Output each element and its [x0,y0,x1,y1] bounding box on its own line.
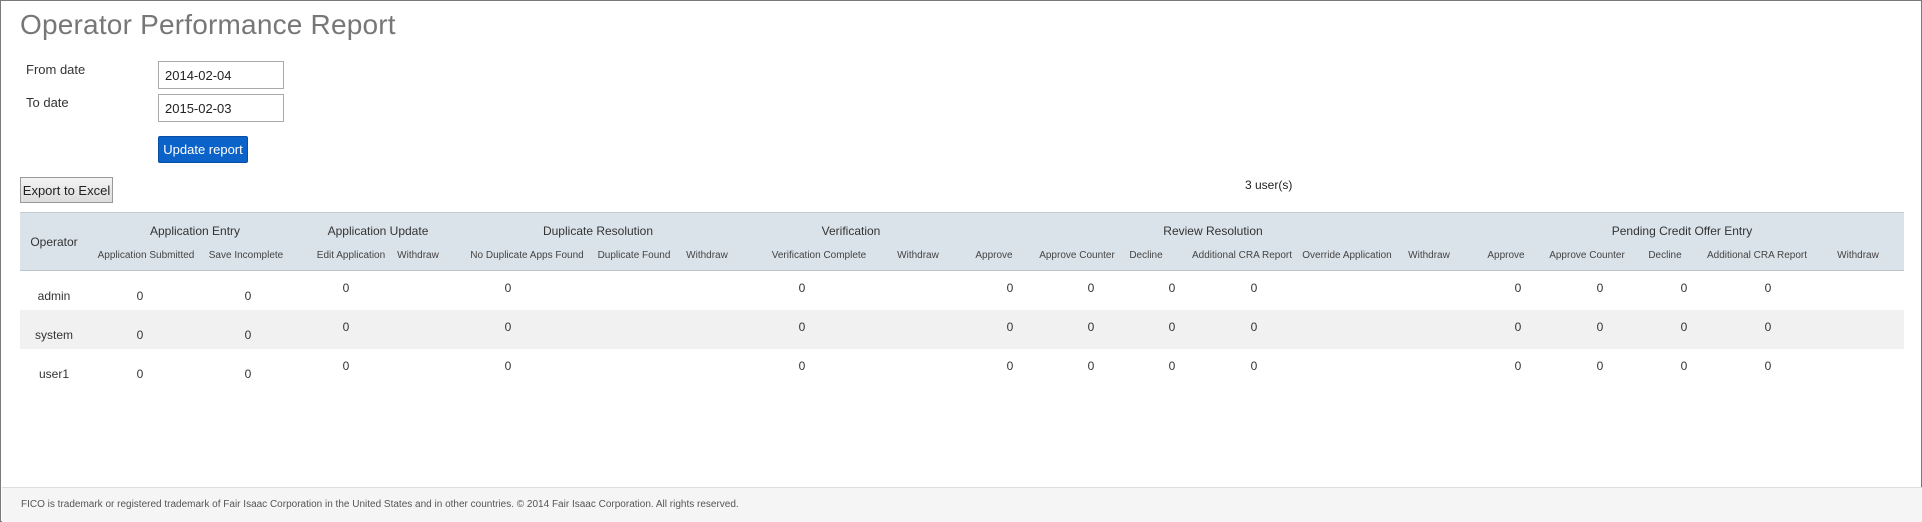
column-header: Approve [975,250,1013,261]
table-cell: 0 [1006,281,1014,295]
table-cell: 0 [504,281,512,295]
table-cell: 0 [1250,320,1258,334]
table-cell: 0 [1168,320,1176,334]
column-header: Decline [1648,250,1682,261]
group-header: Duplicate Resolution [542,224,654,238]
table-row: user1 0 0 0 0 0 0 0 0 0 0 0 0 0 [20,349,1904,388]
table-cell: 0 [136,328,144,342]
update-report-button[interactable]: Update report [158,136,248,163]
page-title: Operator Performance Report [20,9,396,40]
table-cell: 0 [1087,281,1095,295]
table-cell: 0 [798,320,806,334]
table-cell: 0 [1006,320,1014,334]
operator-column-header: Operator [30,235,78,249]
column-header: Withdraw [686,250,728,261]
column-header: Edit Application [316,250,386,261]
column-header: Save Incomplete [208,250,284,261]
column-header: Application Submitted [97,250,195,261]
table-cell: 0 [342,281,350,295]
table-cell: 0 [342,320,350,334]
footer-copyright: FICO is trademark or registered trademar… [21,499,739,510]
table-cell: 0 [1680,320,1688,334]
column-header: Approve Counter [1549,250,1625,261]
table-cell: 0 [1764,320,1772,334]
table-cell: 0 [1596,281,1604,295]
column-header: Withdraw [897,250,939,261]
column-header: Approve Counter [1039,250,1115,261]
table-cell: 0 [1006,359,1014,373]
table-row: system 0 0 0 0 0 0 0 0 0 0 0 0 0 [20,310,1904,349]
table-cell: 0 [136,367,144,381]
column-header: Withdraw [1408,250,1450,261]
table-cell: 0 [136,289,144,303]
table-cell: 0 [244,289,252,303]
group-header: Verification [821,224,881,238]
table-cell: 0 [342,359,350,373]
column-header: Override Application [1302,250,1392,261]
page-footer: FICO is trademark or registered trademar… [2,487,1922,522]
column-header: Duplicate Found [597,250,671,261]
table-cell: 0 [1250,359,1258,373]
table-cell: 0 [1596,320,1604,334]
table-cell: 0 [1250,281,1258,295]
table-row: admin 0 0 0 0 0 0 0 0 0 0 0 0 0 [20,271,1904,310]
column-header: Withdraw [397,250,439,261]
table-cell: 0 [1680,281,1688,295]
table-cell: 0 [1764,359,1772,373]
column-header: Decline [1129,250,1163,261]
table-cell: 0 [1764,281,1772,295]
column-header: Verification Complete [771,250,867,261]
group-header: Application Update [327,224,429,238]
group-header: Pending Credit Offer Entry [1611,224,1753,238]
column-header: Approve [1487,250,1525,261]
table-cell: 0 [504,359,512,373]
operator-cell: admin [37,289,71,303]
column-header: Additional CRA Report [1191,250,1293,261]
table-cell: 0 [798,281,806,295]
table-cell: 0 [1514,281,1522,295]
from-date-label: From date [26,62,86,77]
table-cell: 0 [1514,320,1522,334]
table-header: Operator Application Entry Application U… [20,212,1904,271]
to-date-label: To date [26,95,69,110]
operator-cell: user1 [38,367,70,381]
table-cell: 0 [1680,359,1688,373]
table-cell: 0 [1168,359,1176,373]
table-cell: 0 [798,359,806,373]
table-cell: 0 [1596,359,1604,373]
export-excel-button[interactable]: Export to Excel [20,177,113,203]
table-cell: 0 [1168,281,1176,295]
group-header: Review Resolution [1163,224,1263,238]
table-cell: 0 [504,320,512,334]
from-date-input[interactable] [158,61,284,89]
operator-cell: system [34,328,74,342]
column-header: No Duplicate Apps Found [470,250,584,261]
table-cell: 0 [1087,320,1095,334]
table-cell: 0 [244,367,252,381]
column-header: Withdraw [1837,250,1879,261]
performance-table: Operator Application Entry Application U… [20,212,1904,382]
report-window: Operator Performance Report From date To… [0,0,1922,522]
column-header: Additional CRA Report [1706,250,1808,261]
to-date-input[interactable] [158,94,284,122]
users-count: 3 user(s) [1245,178,1293,192]
table-cell: 0 [1087,359,1095,373]
table-cell: 0 [244,328,252,342]
group-header: Application Entry [149,224,241,238]
table-cell: 0 [1514,359,1522,373]
